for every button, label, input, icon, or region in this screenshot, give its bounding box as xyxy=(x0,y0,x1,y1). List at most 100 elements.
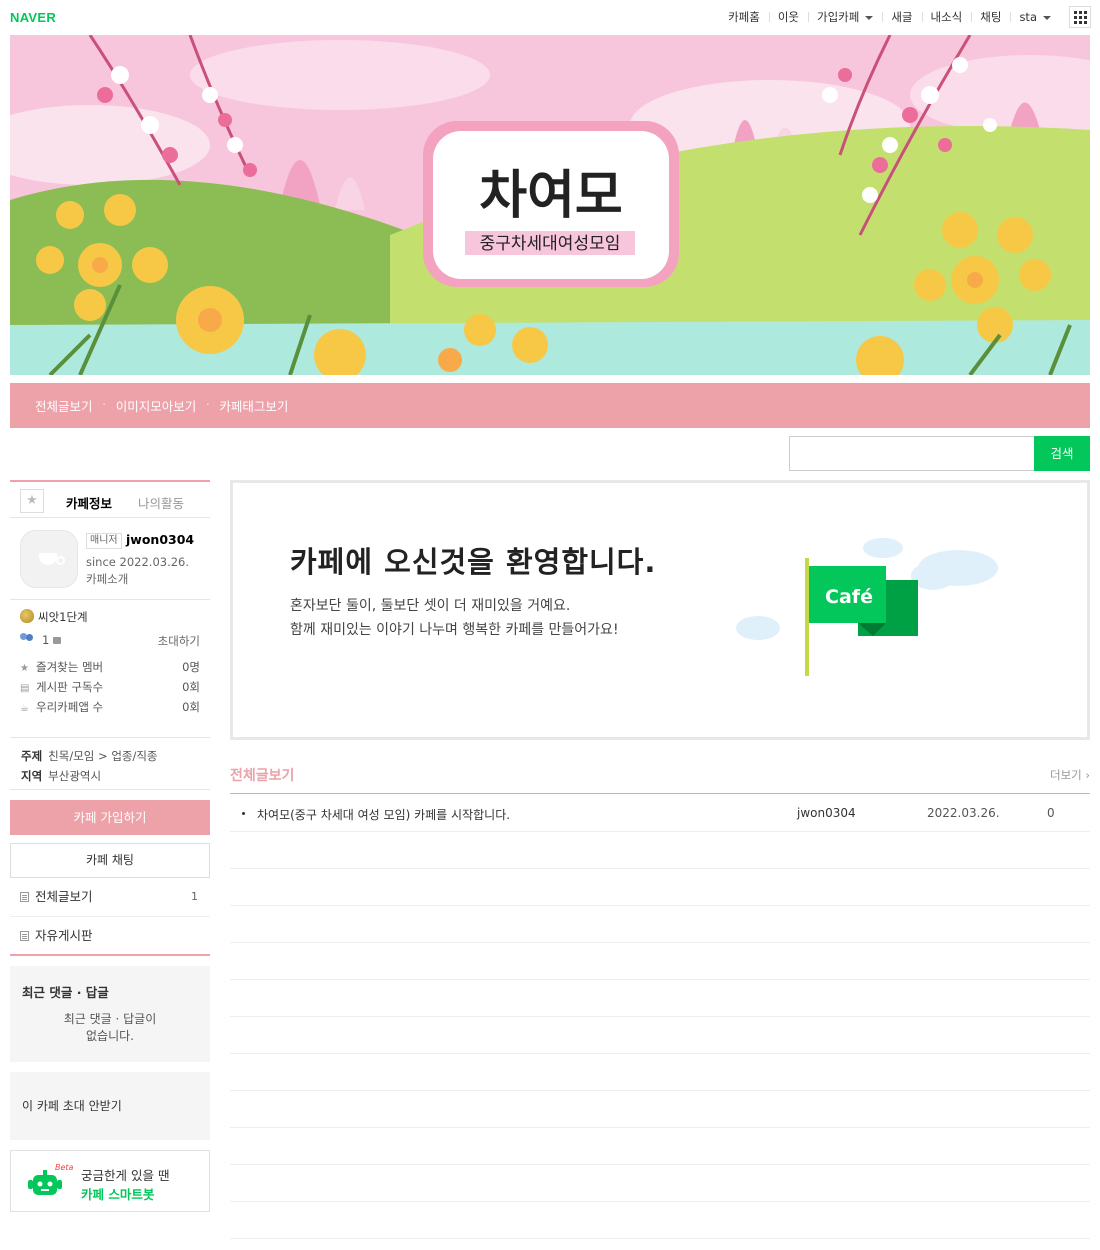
tab-my-activity[interactable]: 나의활동 xyxy=(138,493,184,512)
table-row: 차여모(중구 차세대 여성 모임) 카페를 시작합니다. jwon0304 20… xyxy=(230,795,1090,832)
chevron-down-icon xyxy=(1043,15,1051,20)
apps-grid-icon[interactable] xyxy=(1069,6,1091,28)
gnb-cafe-home[interactable]: 카페홈 xyxy=(719,9,769,25)
welcome-desc-1: 혼자보단 둘이, 둘보단 셋이 더 재미있을 거예요. xyxy=(290,598,571,614)
recent-comments: 최근 댓글 · 답글 최근 댓글 · 답글이 없습니다. xyxy=(10,966,210,1062)
list-title[interactable]: 전체글보기 xyxy=(230,765,294,785)
board-icon xyxy=(20,931,29,941)
cafe-chat-button[interactable]: 카페 채팅 xyxy=(10,843,210,878)
nav-separator: · xyxy=(102,400,106,411)
flag-text: Café xyxy=(825,586,873,608)
cafe-stats: 씨앗1단계 1 초대하기 ★ 즐겨찾는 멤버 0명 ▤ 게시판 구독수 0회 ☕ 우리… xyxy=(10,600,210,738)
region-value: 부산광역시 xyxy=(48,769,102,783)
recent-comments-title: 최근 댓글 · 답글 xyxy=(22,985,109,1000)
post-subject[interactable]: 차여모(중구 차세대 여성 모임) 카페를 시작합니다. xyxy=(257,806,510,823)
sidebar: ★ 카페정보 나의활동 매니저 jwon0304 since 2022.03.2… xyxy=(10,480,210,1212)
welcome-box: 카페에 오신것을 환영합니다. 혼자보단 둘이, 둘보단 셋이 더 재미있을 거… xyxy=(230,480,1090,740)
nav-cafe-tags[interactable]: 카페태그보기 xyxy=(219,396,288,415)
gnb-user-menu[interactable]: sta xyxy=(1010,9,1060,25)
empty-row xyxy=(230,1128,1090,1165)
more-link[interactable]: 더보기 › xyxy=(1050,767,1090,783)
post-date: 2022.03.26. xyxy=(927,806,1000,820)
gnb-neighbors[interactable]: 이웃 xyxy=(768,9,808,25)
naver-logo[interactable]: NAVER xyxy=(10,10,56,25)
app-icon: ☕ xyxy=(20,703,29,714)
rss-icon: ▤ xyxy=(20,683,30,694)
manager-badge: 매니저 xyxy=(86,533,122,549)
nav-separator: · xyxy=(206,400,210,411)
global-nav-bar: NAVER 카페홈 이웃 가입카페 새글 내소식 채팅 sta xyxy=(0,0,1100,34)
stat-row: ★ 즐겨찾는 멤버 0명 xyxy=(20,659,200,679)
empty-row xyxy=(230,1054,1090,1091)
empty-row xyxy=(230,943,1090,980)
cafe-flag-illustration: Café xyxy=(736,538,998,676)
empty-row xyxy=(230,1091,1090,1128)
level-label: 씨앗1단계 xyxy=(38,610,88,624)
stat-value: 0명 xyxy=(182,660,200,674)
manager-profile: 매니저 jwon0304 since 2022.03.26. 카페소개 xyxy=(10,518,210,600)
nav-image-gallery[interactable]: 이미지모아보기 xyxy=(116,396,197,415)
bullet xyxy=(242,812,245,815)
welcome-title: 카페에 오신것을 환영합니다. xyxy=(290,545,657,579)
list-header: 전체글보기 더보기 › xyxy=(230,762,1090,794)
member-count-row: 1 초대하기 xyxy=(20,633,200,653)
cafe-topic-region: 주제 친목/모임 > 업종/직종 지역 부산광역시 xyxy=(10,738,210,790)
sidebar-item-label: 자유게시판 xyxy=(35,928,93,943)
robot-icon xyxy=(28,1170,62,1195)
topic-row: 주제 친목/모임 > 업종/직종 xyxy=(21,748,199,768)
empty-row xyxy=(230,869,1090,906)
gnb-menu: 카페홈 이웃 가입카페 새글 내소식 채팅 sta xyxy=(719,9,1060,25)
cafe-intro-link[interactable]: 카페소개 xyxy=(86,571,128,587)
cafe-nav-bar: 전체글보기 · 이미지모아보기 · 카페태그보기 xyxy=(10,383,1090,428)
smartbot-banner[interactable]: Beta 궁금한게 있을 땐 카페 스마트봇 xyxy=(10,1150,210,1212)
sidebar-item-free-board[interactable]: 자유게시판 xyxy=(10,917,210,956)
gnb-new-posts[interactable]: 새글 xyxy=(882,9,921,25)
join-cafe-button[interactable]: 카페 가입하기 xyxy=(10,800,210,835)
stat-label: 즐겨찾는 멤버 xyxy=(36,660,104,674)
manager-nickname[interactable]: jwon0304 xyxy=(126,532,194,547)
empty-line: 최근 댓글 · 답글이 xyxy=(63,1012,157,1026)
gnb-chat[interactable]: 채팅 xyxy=(971,9,1010,25)
since-date: since 2022.03.26. xyxy=(86,555,190,569)
region-label: 지역 xyxy=(21,769,43,783)
sidebar-item-label: 전체글보기 xyxy=(35,889,93,904)
stat-label: 우리카페앱 수 xyxy=(36,700,104,714)
empty-row xyxy=(230,1202,1090,1239)
banner-logo-subtitle: 중구차세대여성모임 xyxy=(480,234,621,254)
empty-row xyxy=(230,832,1090,869)
tab-cafe-info[interactable]: 카페정보 xyxy=(66,493,112,512)
cafe-search: 검색 xyxy=(789,436,1090,471)
members-icon xyxy=(20,633,36,645)
search-input[interactable] xyxy=(789,436,1035,471)
nav-all-posts[interactable]: 전체글보기 xyxy=(35,396,93,415)
chevron-down-icon xyxy=(865,15,874,20)
stat-row: ☕ 우리카페앱 수 0회 xyxy=(20,699,200,719)
gnb-joined-cafes[interactable]: 가입카페 xyxy=(808,9,882,25)
seed-icon xyxy=(20,609,34,623)
invite-link[interactable]: 초대하기 xyxy=(158,633,200,649)
search-button[interactable]: 검색 xyxy=(1034,436,1090,471)
stat-value: 0회 xyxy=(182,700,200,714)
star-icon[interactable]: ★ xyxy=(20,489,44,513)
board-icon xyxy=(20,892,29,902)
cafe-avatar[interactable] xyxy=(20,530,78,588)
stat-row: ▤ 게시판 구독수 0회 xyxy=(20,679,200,699)
sidebar-item-all-posts[interactable]: 전체글보기 1 xyxy=(10,878,210,917)
banner-logo-title: 차여모 xyxy=(479,166,623,226)
stat-label: 게시판 구독수 xyxy=(36,680,104,694)
welcome-desc-2: 함께 재미있는 이야기 나누며 행복한 카페를 만들어가요! xyxy=(290,622,619,638)
lock-icon xyxy=(53,637,62,644)
banner-illustration: 차여모 중구차세대여성모임 xyxy=(10,35,1090,375)
member-count[interactable]: 1 xyxy=(42,633,49,647)
post-list: 차여모(중구 차세대 여성 모임) 카페를 시작합니다. jwon0304 20… xyxy=(230,795,1090,1239)
topic-value: 친목/모임 > 업종/직종 xyxy=(48,749,158,763)
cafe-level[interactable]: 씨앗1단계 xyxy=(20,609,200,633)
recent-comments-empty: 최근 댓글 · 답글이 없습니다. xyxy=(22,1011,198,1045)
post-author[interactable]: jwon0304 xyxy=(797,806,856,820)
beta-label: Beta xyxy=(55,1163,74,1172)
empty-row xyxy=(230,906,1090,943)
block-invite-link[interactable]: 이 카페 초대 안받기 xyxy=(10,1072,210,1140)
empty-line: 없습니다. xyxy=(86,1029,134,1043)
cafe-banner[interactable]: 차여모 중구차세대여성모임 xyxy=(10,35,1090,375)
gnb-my-news[interactable]: 내소식 xyxy=(921,9,972,25)
